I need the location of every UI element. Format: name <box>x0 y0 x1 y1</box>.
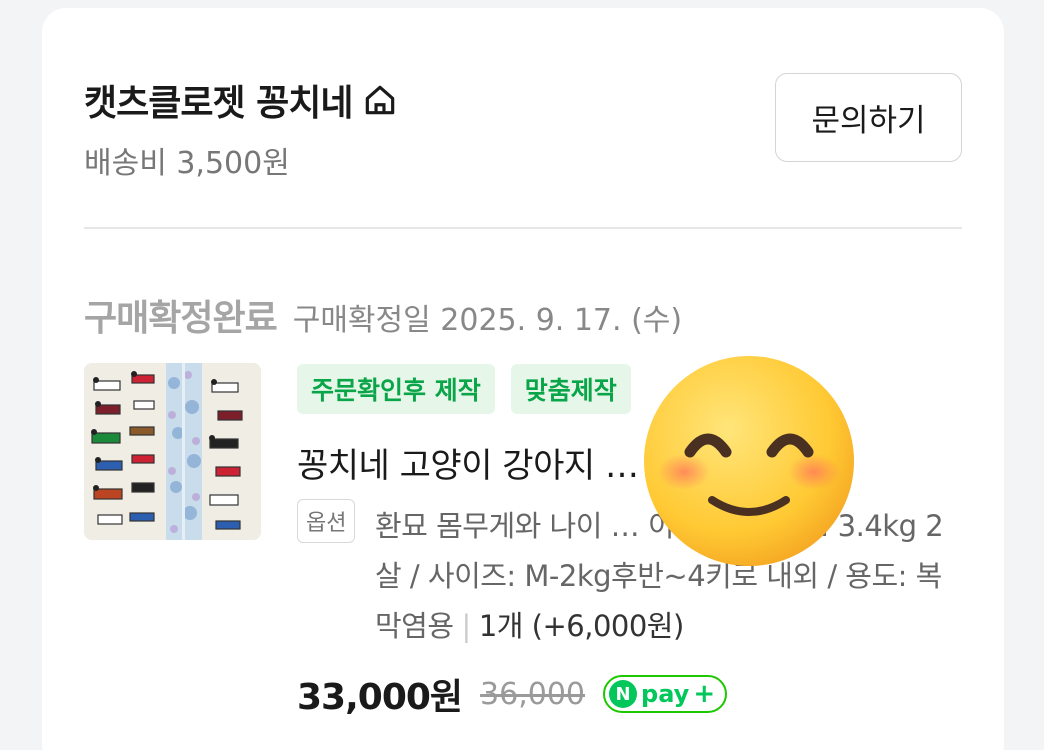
smiling-face-emoji-icon <box>644 356 854 566</box>
npay-label: pay <box>641 680 690 708</box>
confirm-date: 구매확정일 2025. 9. 17. (수) <box>292 303 683 338</box>
order-status: 구매확정완료 <box>84 298 278 339</box>
seller-header[interactable]: 캣츠클로젯 꽁치네 <box>84 74 399 126</box>
shipping-fee: 배송비 3,500원 <box>84 146 290 181</box>
order-status-row: 구매확정완료 구매확정일 2025. 9. 17. (수) <box>84 289 682 341</box>
npay-plus-badge: N pay + <box>603 675 728 713</box>
tag-custom-made: 맞춤제작 <box>510 364 631 414</box>
product-thumbnail[interactable] <box>84 363 261 540</box>
divider <box>84 227 962 229</box>
quantity: 1개 (+6,000원) <box>478 609 684 643</box>
option-separator: | <box>461 609 472 643</box>
home-icon[interactable] <box>361 81 399 119</box>
npay-n-icon: N <box>609 680 638 708</box>
option-badge: 옵션 <box>297 499 356 543</box>
tag-made-to-order: 주문확인후 제작 <box>297 364 495 414</box>
sale-price: 33,000원 <box>297 677 463 718</box>
plus-icon: + <box>693 679 716 709</box>
order-card: 캣츠클로젯 꽁치네 배송비 3,500원 문의하기 구매확정완료 구매확정일 2… <box>42 8 1004 750</box>
inquiry-button[interactable]: 문의하기 <box>775 73 962 162</box>
product-title[interactable]: 꽁치네 고양이 강아지 … 포대기 … <box>297 438 957 487</box>
seller-name[interactable]: 캣츠클로젯 꽁치네 <box>84 74 353 126</box>
original-price: 36,000 <box>480 676 586 712</box>
product-tags: 주문확인후 제작 맞춤제작 <box>297 364 631 414</box>
price-row: 33,000원 36,000 N pay + <box>297 668 728 720</box>
